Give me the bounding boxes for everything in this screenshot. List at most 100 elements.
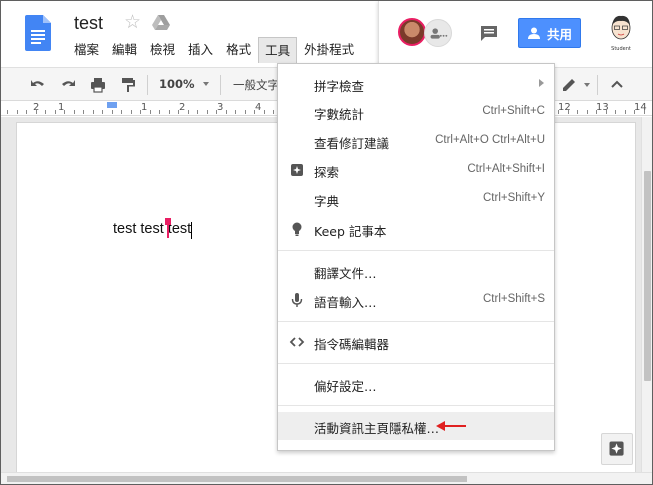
menubar-item[interactable]: 編輯: [106, 37, 143, 63]
ruler-tick: [74, 110, 75, 114]
ruler-tick: [587, 110, 588, 114]
ruler-tick: [615, 110, 616, 114]
tools-menu-item[interactable]: 語音輸入… Ctrl+Shift+S: [278, 286, 554, 314]
student-avatar[interactable]: Student: [606, 13, 636, 53]
vertical-scrollbar-thumb[interactable]: [644, 171, 651, 381]
tools-menu-item-label: Keep 記事本: [314, 224, 387, 239]
tools-menu-item-label: 查看修訂建議: [314, 136, 390, 151]
ruler-tick: [83, 110, 84, 114]
ruler-tick: [188, 110, 189, 114]
move-to-folder-drive-icon[interactable]: [152, 15, 170, 31]
zoom-dropdown-caret-icon[interactable]: [203, 82, 209, 86]
menubar-item[interactable]: 插入: [182, 37, 219, 63]
menu-separator: [278, 321, 554, 322]
explore-button[interactable]: [601, 433, 633, 465]
explore-sparkle-icon: [609, 441, 624, 456]
ruler-tick: [558, 110, 559, 114]
chat-icon[interactable]: [424, 19, 452, 47]
tools-menu-item[interactable]: Keep 記事本: [278, 215, 554, 243]
document-title[interactable]: test: [74, 13, 103, 34]
editing-mode-caret-icon[interactable]: [584, 83, 590, 87]
ruler-tick: [64, 110, 65, 114]
ruler-number: 4: [255, 102, 262, 113]
tools-menu-item-shortcut: Ctrl+Shift+Y: [483, 192, 545, 204]
ruler-tick: [596, 110, 597, 114]
person-icon: [527, 27, 540, 39]
print-icon[interactable]: [89, 76, 107, 94]
horizontal-scrollbar-thumb[interactable]: [7, 476, 467, 482]
ruler-tick: [207, 110, 208, 114]
pencil-editing-mode-icon[interactable]: [560, 76, 578, 94]
menubar-item[interactable]: 外掛程式: [298, 37, 360, 63]
paint-format-icon[interactable]: [119, 76, 137, 94]
annotation-arrow-icon: [436, 421, 466, 431]
ruler-tick: [159, 110, 160, 114]
tools-menu-item-label: 字數統計: [314, 107, 365, 122]
menu-separator: [278, 363, 554, 364]
star-icon[interactable]: ☆: [124, 13, 141, 32]
share-button-label: 共用: [546, 26, 572, 42]
ruler-tick: [26, 110, 27, 114]
ruler-tick: [254, 110, 255, 114]
ruler-tick: [131, 110, 132, 114]
menu-separator: [278, 250, 554, 251]
tools-menu-item[interactable]: 偏好設定…: [278, 370, 554, 398]
header: test ☆ 檔案 編輯 檢視 插入 格式 工具 外掛程式 共用 Student: [1, 1, 652, 67]
menubar-item[interactable]: 格式: [220, 37, 257, 63]
ruler-tick: [150, 110, 151, 114]
ruler-tick: [644, 110, 645, 114]
ruler-tick: [264, 110, 265, 114]
tools-menu-item-label: 字典: [314, 194, 340, 209]
tools-menu-item[interactable]: 字典 Ctrl+Shift+Y: [278, 185, 554, 213]
ruler-number: 2: [179, 102, 186, 113]
tools-menu-item-label: 指令碼編輯器: [314, 337, 390, 352]
collaborator-avatar[interactable]: [398, 18, 426, 46]
ruler-tick: [577, 110, 578, 114]
menubar: 檔案 編輯 檢視 插入 格式 工具 外掛程式: [68, 37, 361, 63]
ruler-tick: [45, 110, 46, 114]
collapse-toolbar-chevron-up-icon[interactable]: [608, 76, 626, 94]
tools-menu-item[interactable]: 指令碼編輯器: [278, 328, 554, 356]
horizontal-scrollbar[interactable]: [1, 472, 652, 484]
tools-menu: 拼字檢查字數統計 Ctrl+Shift+C 查看修訂建議 Ctrl+Alt+O Ctr…: [277, 63, 555, 451]
tools-menu-item-shortcut: Ctrl+Shift+C: [482, 105, 545, 117]
ruler-tick: [93, 110, 94, 114]
paragraph-style-select[interactable]: 一般文字: [233, 77, 279, 93]
explore-icon: [291, 164, 303, 176]
ruler-tick: [178, 110, 179, 114]
toolbar-divider: [597, 75, 598, 95]
tools-menu-item[interactable]: 活動資訊主頁隱私權…: [278, 412, 554, 440]
menubar-item[interactable]: 檔案: [68, 37, 105, 63]
tools-menu-item[interactable]: 字數統計 Ctrl+Shift+C: [278, 98, 554, 126]
tools-menu-item[interactable]: 翻譯文件…: [278, 257, 554, 285]
account-panel: 共用 Student: [378, 1, 652, 67]
tools-menu-item[interactable]: 查看修訂建議 Ctrl+Alt+O Ctrl+Alt+U: [278, 127, 554, 155]
vertical-scrollbar[interactable]: [641, 117, 652, 472]
ruler-tick: [226, 110, 227, 114]
tools-menu-item-label: 探索: [314, 165, 340, 180]
document-body-text[interactable]: test test test: [113, 221, 191, 237]
ruler-tick: [273, 110, 274, 114]
menubar-item[interactable]: 檢視: [144, 37, 181, 63]
tools-menu-item-label: 翻譯文件…: [314, 266, 377, 281]
tools-menu-item-shortcut: Ctrl+Alt+O Ctrl+Alt+U: [435, 134, 545, 146]
share-button[interactable]: 共用: [518, 18, 581, 48]
ruler-tick: [36, 110, 37, 114]
undo-icon[interactable]: [29, 76, 47, 94]
ruler-tick: [235, 110, 236, 114]
tools-menu-item-label: 語音輸入…: [314, 295, 377, 310]
zoom-select[interactable]: 100%: [159, 77, 195, 91]
tools-menu-item-label: 活動資訊主頁隱私權…: [314, 421, 440, 436]
menubar-item[interactable]: 工具: [258, 37, 298, 63]
google-docs-logo-icon[interactable]: [25, 15, 51, 51]
tools-menu-item[interactable]: 探索 Ctrl+Alt+Shift+I: [278, 156, 554, 184]
comments-icon[interactable]: [480, 25, 498, 41]
redo-icon[interactable]: [59, 76, 77, 94]
collaborator-cursor: [165, 218, 171, 238]
tools-menu-item-label: 偏好設定…: [314, 379, 377, 394]
menu-separator: [278, 405, 554, 406]
ruler-tick: [112, 110, 113, 114]
tools-menu-item[interactable]: 拼字檢查: [278, 70, 554, 98]
ruler-number: 1: [141, 102, 148, 113]
indent-marker[interactable]: [107, 102, 117, 108]
